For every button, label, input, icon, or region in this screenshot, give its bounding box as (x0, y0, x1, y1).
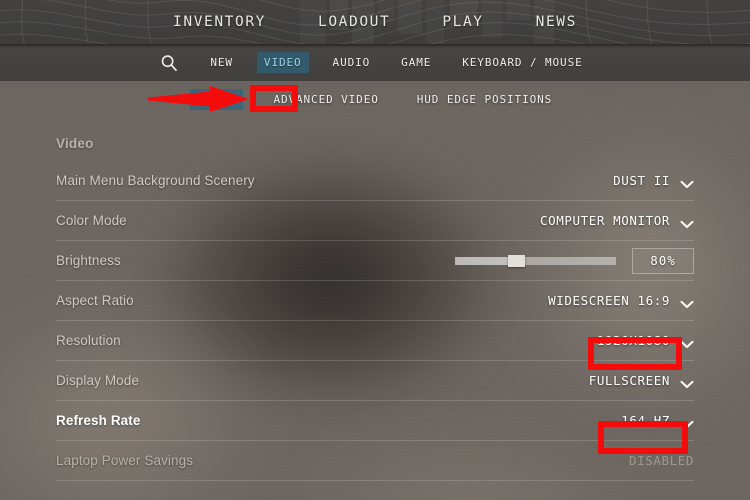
tab-video[interactable]: VIDEO (256, 52, 309, 73)
setting-value: 80% (650, 253, 676, 268)
search-icon[interactable] (160, 54, 178, 72)
tab-new[interactable]: NEW (203, 52, 240, 73)
chevron-down-icon (680, 376, 694, 388)
subtab-advanced-video[interactable]: ADVANCED VIDEO (265, 89, 386, 110)
tab-audio[interactable]: AUDIO (326, 52, 378, 73)
setting-label: Color Mode (56, 213, 127, 228)
setting-row-aspect-ratio[interactable]: Aspect Ratio WIDESCREEN 16:9 (56, 281, 694, 321)
setting-control-dropdown: DISABLED (629, 453, 694, 468)
settings-list: Video Main Menu Background Scenery DUST … (0, 120, 750, 481)
header-drop-shadow (0, 44, 750, 48)
setting-label: Refresh Rate (56, 413, 141, 428)
setting-label: Display Mode (56, 373, 139, 388)
setting-row-laptop-power-savings[interactable]: Laptop Power Savings DISABLED (56, 441, 694, 481)
setting-value: DISABLED (628, 453, 694, 468)
setting-row-refresh-rate[interactable]: Refresh Rate 164 HZ (56, 401, 694, 441)
tab-keyboard-mouse[interactable]: KEYBOARD / MOUSE (455, 52, 589, 73)
chevron-down-icon (680, 336, 694, 348)
setting-value: DUST II (613, 173, 670, 188)
setting-row-main-menu-background-scenery[interactable]: Main Menu Background Scenery DUST II (56, 161, 694, 201)
topnav-item-loadout[interactable]: LOADOUT (318, 14, 390, 30)
chevron-down-icon (680, 176, 694, 188)
setting-control-dropdown[interactable]: 1920X1080 (597, 333, 694, 348)
slider-handle[interactable] (508, 254, 526, 267)
setting-control-slider[interactable]: 80% (455, 247, 694, 274)
setting-value: 164 HZ (621, 413, 670, 428)
setting-control-dropdown[interactable]: WIDESCREEN 16:9 (548, 293, 694, 308)
chevron-down-icon (680, 216, 694, 228)
setting-value: COMPUTER MONITOR (539, 213, 670, 228)
settings-screen: INVENTORY LOADOUT PLAY NEWS NEW VIDEO AU… (0, 0, 750, 500)
setting-value: FULLSCREEN (588, 373, 670, 388)
setting-value: 1920X1080 (596, 333, 670, 348)
tab-game[interactable]: GAME (394, 52, 438, 73)
setting-label: Brightness (56, 253, 121, 268)
chevron-down-icon (680, 416, 694, 428)
setting-label: Main Menu Background Scenery (56, 173, 255, 188)
setting-row-resolution[interactable]: Resolution 1920X1080 (56, 321, 694, 361)
setting-row-brightness[interactable]: Brightness 80% (56, 241, 694, 281)
subtab-hud-edge-positions[interactable]: HUD EDGE POSITIONS (409, 89, 560, 110)
slider-fill (455, 256, 517, 265)
brightness-value-box[interactable]: 80% (632, 247, 694, 274)
subtab-video[interactable]: VIDEO (189, 88, 244, 110)
topnav-item-play[interactable]: PLAY (442, 14, 483, 30)
settings-category-tabs: NEW VIDEO AUDIO GAME KEYBOARD / MOUSE (0, 44, 750, 81)
setting-control-dropdown[interactable]: COMPUTER MONITOR (540, 213, 694, 228)
topnav-item-news[interactable]: NEWS (536, 14, 577, 30)
top-navigation: INVENTORY LOADOUT PLAY NEWS (0, 0, 750, 44)
setting-control-dropdown[interactable]: 164 HZ (621, 413, 694, 428)
brightness-slider[interactable] (455, 254, 616, 267)
video-subtabs: VIDEO ADVANCED VIDEO HUD EDGE POSITIONS (0, 81, 750, 117)
topnav-item-inventory[interactable]: INVENTORY (173, 14, 266, 30)
setting-value: WIDESCREEN 16:9 (548, 293, 670, 308)
setting-label: Laptop Power Savings (56, 453, 194, 468)
top-header-bar: INVENTORY LOADOUT PLAY NEWS (0, 0, 750, 44)
setting-row-color-mode[interactable]: Color Mode COMPUTER MONITOR (56, 201, 694, 241)
setting-control-dropdown[interactable]: DUST II (613, 173, 694, 188)
setting-control-dropdown[interactable]: FULLSCREEN (589, 373, 694, 388)
section-title-video: Video (56, 136, 94, 151)
chevron-down-icon (680, 296, 694, 308)
setting-label: Resolution (56, 333, 121, 348)
setting-row-display-mode[interactable]: Display Mode FULLSCREEN (56, 361, 694, 401)
setting-label: Aspect Ratio (56, 293, 134, 308)
